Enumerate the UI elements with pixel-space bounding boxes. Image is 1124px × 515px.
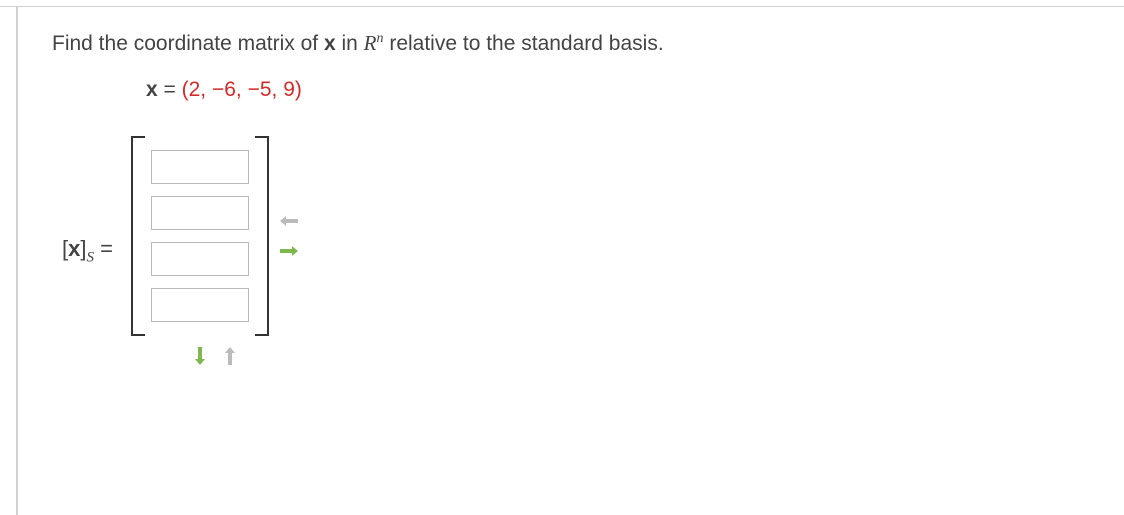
vector-definition: x = (2, −6, −5, 9): [146, 78, 1124, 102]
question-mid: in: [336, 32, 364, 55]
label-x: x: [68, 236, 80, 261]
question-container: Find the coordinate matrix of x in Rn re…: [0, 6, 1124, 515]
add-row-button[interactable]: [190, 346, 210, 366]
matrix-input-4[interactable]: [151, 288, 249, 322]
matrix-input-3[interactable]: [151, 242, 249, 276]
matrix-left-bracket: [131, 136, 145, 336]
vector-value: (2, −6, −5, 9): [182, 78, 302, 101]
arrow-left-icon: [280, 215, 298, 227]
question-prompt: Find the coordinate matrix of x in Rn re…: [52, 29, 1124, 58]
question-suffix: relative to the standard basis.: [384, 32, 664, 55]
question-prefix: Find the coordinate matrix of: [52, 32, 324, 55]
row-size-controls: [190, 346, 240, 366]
arrow-up-icon: [224, 347, 236, 365]
question-bold-x: x: [324, 32, 336, 55]
label-subscript-s: S: [87, 250, 95, 266]
arrow-right-icon: [280, 245, 298, 257]
vector-x-label: x: [146, 78, 158, 101]
vector-equals: =: [158, 78, 182, 101]
coordinate-matrix-label: [x]S =: [62, 236, 113, 266]
question-body: Find the coordinate matrix of x in Rn re…: [16, 7, 1124, 515]
remove-row-button[interactable]: [220, 346, 240, 366]
matrix-inputs-column: [145, 136, 255, 336]
matrix-input-1[interactable]: [151, 150, 249, 184]
answer-area: [x]S =: [62, 136, 1124, 366]
question-R: R: [364, 31, 377, 55]
question-n-superscript: n: [377, 31, 384, 46]
remove-column-button[interactable]: [279, 211, 299, 231]
column-size-controls: [279, 136, 299, 336]
matrix-column-container: [131, 136, 299, 366]
matrix-bracket-wrap: [131, 136, 299, 336]
arrow-down-icon: [194, 347, 206, 365]
add-column-button[interactable]: [279, 241, 299, 261]
matrix-input-2[interactable]: [151, 196, 249, 230]
matrix-right-bracket: [255, 136, 269, 336]
label-equals: =: [94, 236, 113, 261]
